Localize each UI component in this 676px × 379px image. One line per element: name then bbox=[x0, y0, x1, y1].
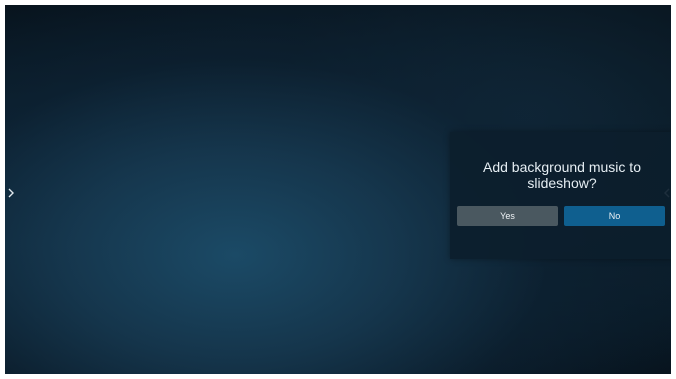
no-button[interactable]: No bbox=[564, 206, 665, 226]
yes-button[interactable]: Yes bbox=[457, 206, 558, 226]
chevron-right-icon bbox=[8, 188, 14, 198]
background-music-dialog: Add background music to slideshow? Yes N… bbox=[450, 132, 671, 259]
slideshow-screen: Add background music to slideshow? Yes N… bbox=[5, 5, 671, 374]
dialog-title: Add background music to slideshow? bbox=[483, 159, 641, 191]
left-edge-arrow[interactable] bbox=[6, 185, 16, 201]
